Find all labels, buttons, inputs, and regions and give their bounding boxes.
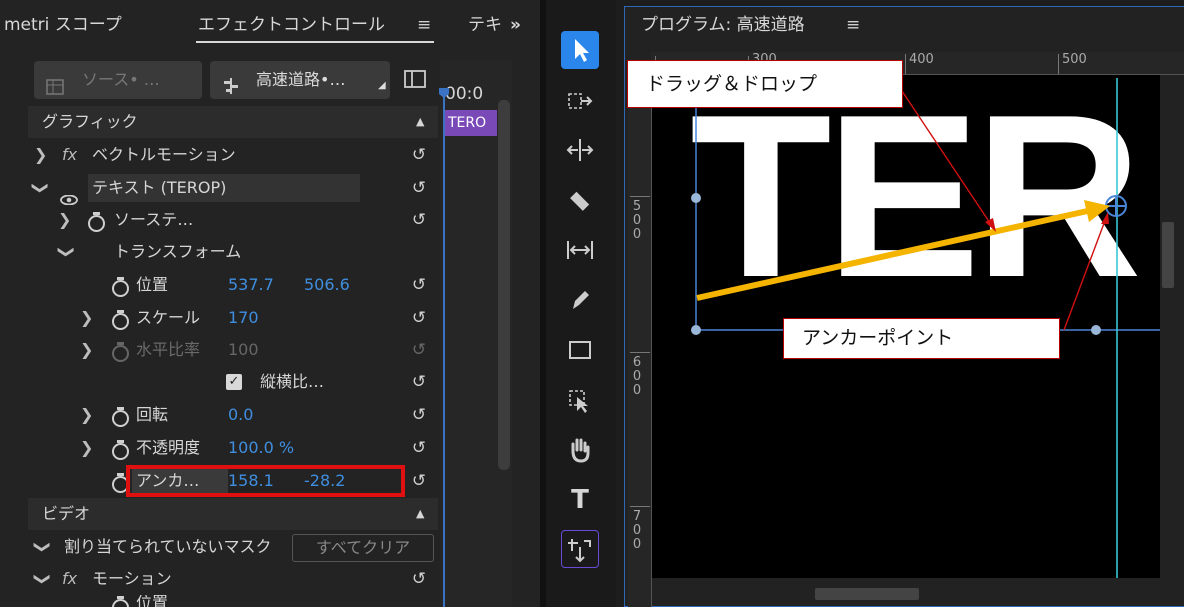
callout-leader-anchor [1063, 217, 1107, 331]
bounding-box-handle [1091, 325, 1101, 335]
monitor-horizontal-scrollbar[interactable] [815, 588, 919, 600]
drag-drop-callout: ドラッグ＆ドロップ [627, 60, 903, 108]
monitor-vertical-scrollbar[interactable] [1162, 222, 1174, 288]
bounding-box-handle [691, 325, 701, 335]
callout-leader-drag [899, 87, 993, 227]
drag-arrow-shaft [696, 207, 1093, 301]
bounding-box-handle [691, 193, 701, 203]
canvas-overlay [691, 78, 1160, 578]
anchor-point-callout: アンカーポイント [783, 318, 1060, 359]
